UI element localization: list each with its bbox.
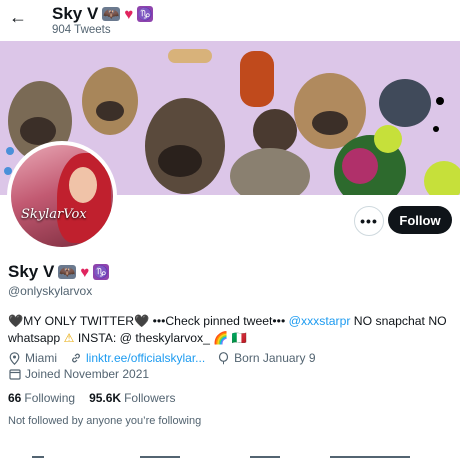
following-label: Following xyxy=(24,391,76,405)
profile-name: Sky V 🦇 ♥ ♑ xyxy=(8,262,110,282)
profile-bio: 🖤MY ONLY TWITTER🖤 •••Check pinned tweet•… xyxy=(8,313,448,347)
capricorn-emoji-icon: ♑ xyxy=(137,6,154,22)
followers-label: Followers xyxy=(124,391,176,405)
tab-replies[interactable] xyxy=(140,456,180,458)
bio-text-3: INSTA: @ theskylarvox_ 🌈 🇮🇹 xyxy=(74,331,248,345)
bio-text-1: 🖤MY ONLY TWITTER🖤 •••Check pinned tweet•… xyxy=(8,314,289,328)
profile-tabs xyxy=(0,450,460,460)
profile-birthday: Born January 9 xyxy=(234,351,316,365)
more-options-button[interactable]: ••• xyxy=(354,206,384,236)
followers-link[interactable]: 95.6K Followers xyxy=(89,391,175,405)
follow-button[interactable]: Follow xyxy=(388,206,452,234)
profile-handle: @onlyskylarvox xyxy=(8,284,93,298)
back-arrow-icon[interactable]: ← xyxy=(6,5,30,29)
profile-name-text: Sky V xyxy=(8,262,55,281)
capricorn-emoji-icon: ♑ xyxy=(93,264,110,280)
following-link[interactable]: 66 Following xyxy=(8,391,75,405)
tab-tweets[interactable] xyxy=(32,456,44,458)
location-icon xyxy=(8,351,21,365)
not-followed-notice: Not followed by anyone you’re following xyxy=(8,415,202,427)
balloon-icon xyxy=(217,351,230,365)
calendar-icon xyxy=(8,368,21,381)
link-icon xyxy=(69,352,82,365)
avatar[interactable]: SkylarVox xyxy=(7,141,117,251)
profile-joined-row: Joined November 2021 xyxy=(8,367,149,381)
bat-emoji-icon: 🦇 xyxy=(58,264,77,279)
header-name-text: Sky V xyxy=(52,4,99,23)
tweet-count: 904 Tweets xyxy=(52,24,111,36)
header-name: Sky V 🦇 ♥ ♑ xyxy=(52,4,154,24)
avatar-image: SkylarVox xyxy=(11,145,113,247)
follow-stats: 66 Following 95.6K Followers xyxy=(8,391,175,405)
bio-mention-link[interactable]: @xxxstarpr xyxy=(289,314,351,328)
profile-location: Miami xyxy=(25,351,57,365)
followers-count: 95.6K xyxy=(89,391,122,405)
avatar-signature: SkylarVox xyxy=(21,207,87,222)
avatar-face-shape xyxy=(69,167,97,203)
profile-joined: Joined November 2021 xyxy=(25,367,150,381)
heart-emoji-icon: ♥ xyxy=(124,5,134,23)
tab-likes[interactable] xyxy=(330,456,410,458)
warning-emoji-icon: ⚠ xyxy=(63,331,75,345)
bat-emoji-icon: 🦇 xyxy=(102,6,121,21)
profile-link[interactable]: linktr.ee/officialskylar... xyxy=(86,351,205,365)
heart-emoji-icon: ♥ xyxy=(80,263,90,281)
profile-meta-row: Miami linktr.ee/officialskylar... Born J… xyxy=(8,351,316,365)
top-bar: ← Sky V 🦇 ♥ ♑ 904 Tweets xyxy=(0,0,460,40)
tab-media[interactable] xyxy=(250,456,280,458)
following-count: 66 xyxy=(8,391,22,405)
